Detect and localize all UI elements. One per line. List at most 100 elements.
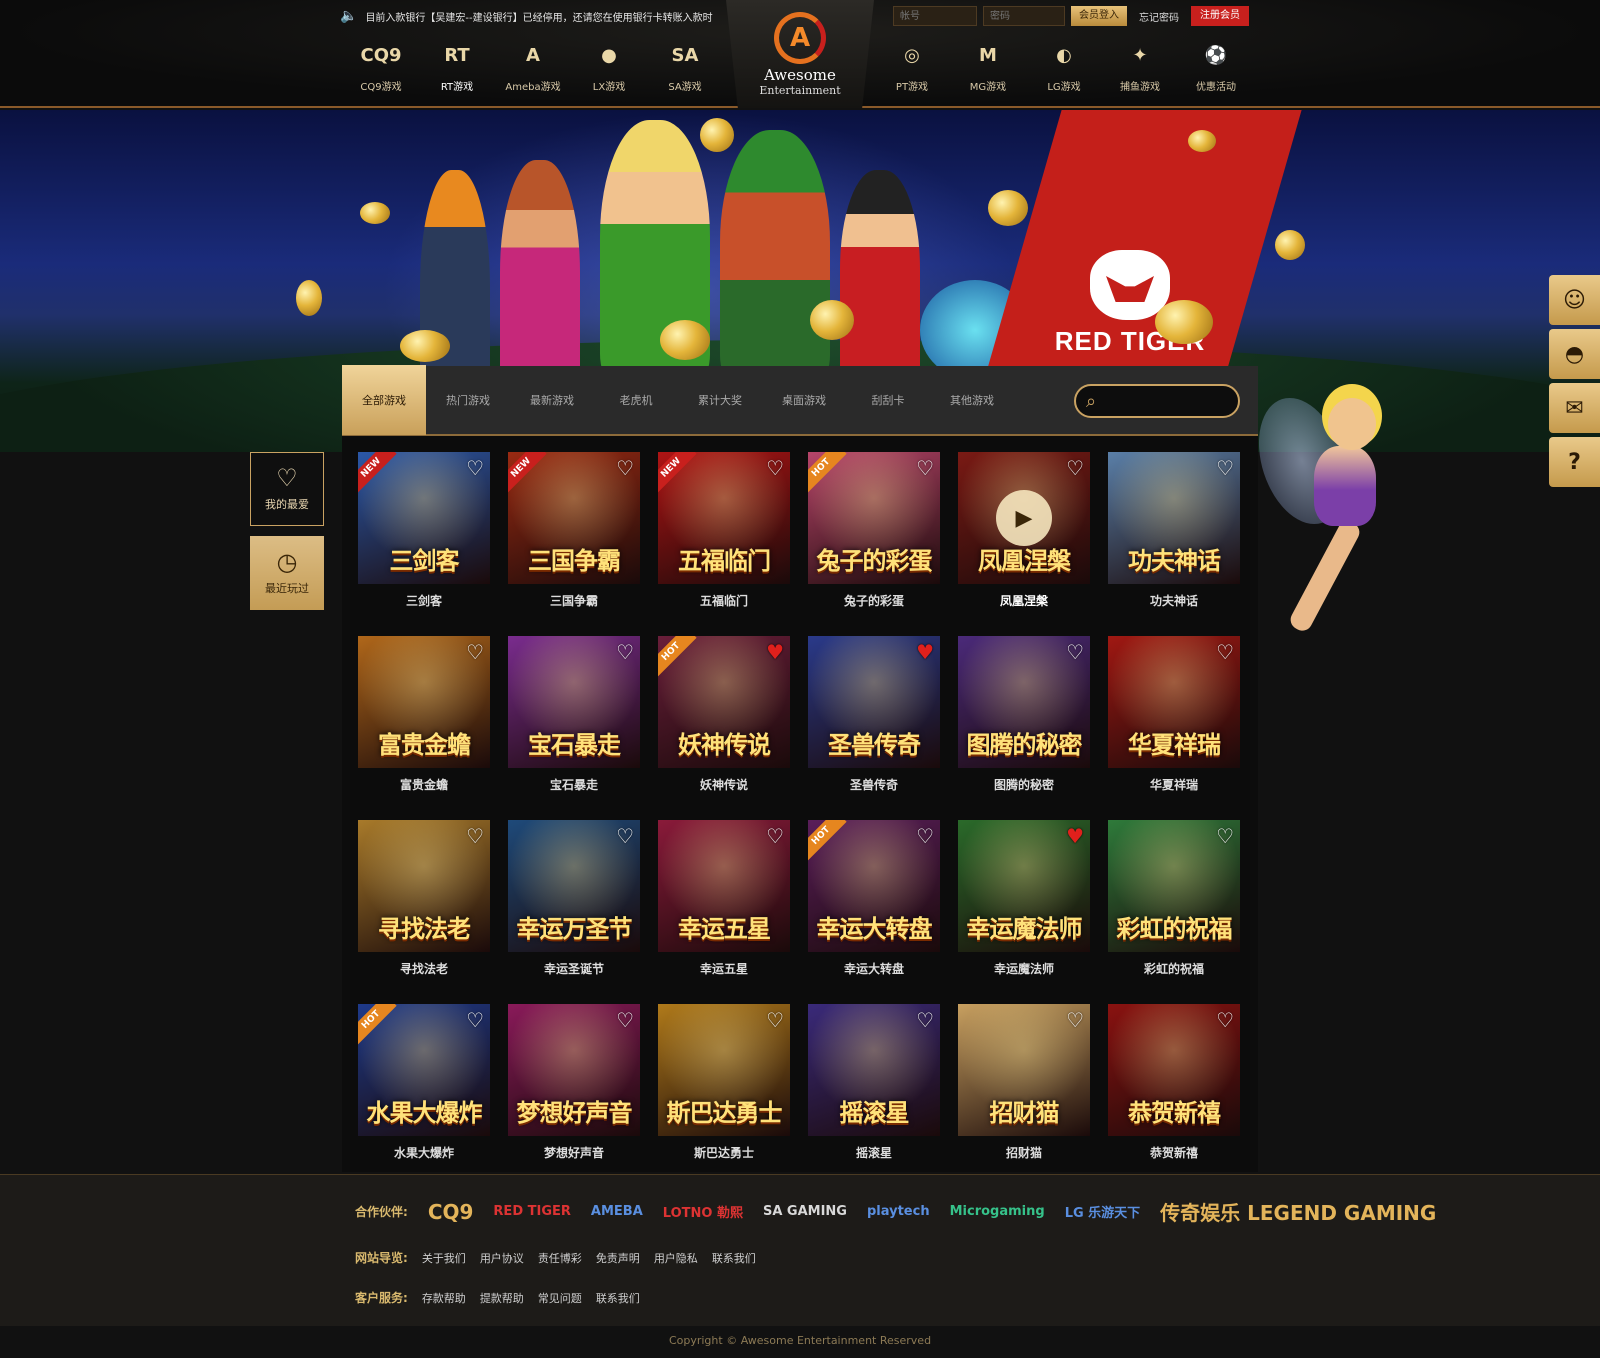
game-thumbnail[interactable]: 寻找法老 ♡ bbox=[358, 820, 490, 952]
tab-7[interactable]: 其他游戏 bbox=[930, 365, 1014, 435]
game-thumbnail[interactable]: 富贵金蟾 ♡ bbox=[358, 636, 490, 768]
favorite-heart-icon[interactable]: ♡ bbox=[1066, 642, 1084, 662]
favorite-heart-icon[interactable]: ♡ bbox=[466, 642, 484, 662]
forgot-password-link[interactable]: 忘记密码 bbox=[1133, 9, 1185, 24]
footer-nav-link[interactable]: 用户隐私 bbox=[654, 1250, 698, 1266]
game-thumbnail[interactable]: 幸运大转盘 HOT ♡ bbox=[808, 820, 940, 952]
game-thumbnail[interactable]: 五福临门 NEW ♡ bbox=[658, 452, 790, 584]
game-title[interactable]: 凤凰涅槃 bbox=[958, 592, 1090, 609]
favorite-heart-icon[interactable]: ♡ bbox=[1216, 458, 1234, 478]
game-title[interactable]: 宝石暴走 bbox=[508, 776, 640, 793]
game-thumbnail[interactable]: 图腾的秘密 ♡ bbox=[958, 636, 1090, 768]
game-card[interactable]: 幸运五星 ♡ 幸运五星 bbox=[658, 820, 790, 976]
game-card[interactable]: 功夫神话 ♡ 功夫神话 bbox=[1108, 452, 1240, 608]
nav-item-1[interactable]: RT RT游戏 bbox=[419, 36, 495, 98]
favorite-heart-icon[interactable]: ♡ bbox=[466, 458, 484, 478]
footer-nav-link[interactable]: 关于我们 bbox=[422, 1250, 466, 1266]
site-logo[interactable]: A Awesome Entertainment bbox=[726, 0, 874, 108]
footer-nav-link[interactable]: 责任博彩 bbox=[538, 1250, 582, 1266]
game-title[interactable]: 五福临门 bbox=[658, 592, 790, 609]
game-title[interactable]: 彩虹的祝福 bbox=[1108, 960, 1240, 977]
game-title[interactable]: 圣兽传奇 bbox=[808, 776, 940, 793]
game-card[interactable]: 恭贺新禧 ♡ 恭贺新禧 bbox=[1108, 1004, 1240, 1160]
nav-item-3[interactable]: ● LX游戏 bbox=[571, 36, 647, 98]
game-card[interactable]: 图腾的秘密 ♡ 图腾的秘密 bbox=[958, 636, 1090, 792]
footer-service-link[interactable]: 存款帮助 bbox=[422, 1290, 466, 1306]
tab-5[interactable]: 桌面游戏 bbox=[762, 365, 846, 435]
game-title[interactable]: 三国争霸 bbox=[508, 592, 640, 609]
nav-item-1[interactable]: M MG游戏 bbox=[950, 36, 1026, 98]
game-card[interactable]: 圣兽传奇 ♥ 圣兽传奇 bbox=[808, 636, 940, 792]
game-thumbnail[interactable]: 招财猫 ♡ bbox=[958, 1004, 1090, 1136]
game-title[interactable]: 寻找法老 bbox=[358, 960, 490, 977]
game-title[interactable]: 功夫神话 bbox=[1108, 592, 1240, 609]
username-field[interactable] bbox=[893, 6, 977, 26]
qq-icon[interactable]: ◓ bbox=[1549, 329, 1600, 379]
game-thumbnail[interactable]: 宝石暴走 ♡ bbox=[508, 636, 640, 768]
favorite-heart-icon[interactable]: ♡ bbox=[766, 1010, 784, 1030]
game-thumbnail[interactable]: 三剑客 NEW ♡ bbox=[358, 452, 490, 584]
game-title[interactable]: 图腾的秘密 bbox=[958, 776, 1090, 793]
favorite-heart-icon[interactable]: ♡ bbox=[616, 826, 634, 846]
game-card[interactable]: 彩虹的祝福 ♡ 彩虹的祝福 bbox=[1108, 820, 1240, 976]
game-card[interactable]: 幸运魔法师 ♥ 幸运魔法师 bbox=[958, 820, 1090, 976]
nav-item-2[interactable]: ◐ LG游戏 bbox=[1026, 36, 1102, 98]
favorite-heart-icon[interactable]: ♡ bbox=[1216, 826, 1234, 846]
game-card[interactable]: 水果大爆炸 HOT ♡ 水果大爆炸 bbox=[358, 1004, 490, 1160]
favorite-heart-icon[interactable]: ♡ bbox=[1216, 642, 1234, 662]
game-card[interactable]: 五福临门 NEW ♡ 五福临门 bbox=[658, 452, 790, 608]
game-thumbnail[interactable]: 圣兽传奇 ♥ bbox=[808, 636, 940, 768]
favorite-heart-icon[interactable]: ♡ bbox=[466, 1010, 484, 1030]
tab-2[interactable]: 最新游戏 bbox=[510, 365, 594, 435]
favorites-button[interactable]: ♡ 我的最爱 bbox=[250, 452, 324, 526]
game-title[interactable]: 兔子的彩蛋 bbox=[808, 592, 940, 609]
game-thumbnail[interactable]: 幸运魔法师 ♥ bbox=[958, 820, 1090, 952]
favorite-heart-icon[interactable]: ♡ bbox=[1216, 1010, 1234, 1030]
footer-service-link[interactable]: 联系我们 bbox=[596, 1290, 640, 1306]
footer-nav-link[interactable]: 用户协议 bbox=[480, 1250, 524, 1266]
register-button[interactable]: 注册会员 bbox=[1191, 6, 1249, 26]
game-thumbnail[interactable]: 幸运五星 ♡ bbox=[658, 820, 790, 952]
game-card[interactable]: 寻找法老 ♡ 寻找法老 bbox=[358, 820, 490, 976]
nav-item-3[interactable]: ✦ 捕鱼游戏 bbox=[1102, 36, 1178, 98]
game-title[interactable]: 恭贺新禧 bbox=[1108, 1144, 1240, 1161]
favorite-heart-icon[interactable]: ♡ bbox=[916, 826, 934, 846]
game-card[interactable]: 凤凰涅槃 ▶ ♡ 凤凰涅槃 bbox=[958, 452, 1090, 608]
game-card[interactable]: 招财猫 ♡ 招财猫 bbox=[958, 1004, 1090, 1160]
game-thumbnail[interactable]: 梦想好声音 ♡ bbox=[508, 1004, 640, 1136]
game-thumbnail[interactable]: 华夏祥瑞 ♡ bbox=[1108, 636, 1240, 768]
nav-item-4[interactable]: ⚽ 优惠活动 bbox=[1178, 36, 1254, 98]
game-thumbnail[interactable]: 三国争霸 NEW ♡ bbox=[508, 452, 640, 584]
favorite-heart-icon[interactable]: ♥ bbox=[916, 642, 934, 662]
game-thumbnail[interactable]: 恭贺新禧 ♡ bbox=[1108, 1004, 1240, 1136]
game-card[interactable]: 幸运万圣节 ♡ 幸运圣诞节 bbox=[508, 820, 640, 976]
favorite-heart-icon[interactable]: ♡ bbox=[1066, 458, 1084, 478]
game-card[interactable]: 斯巴达勇士 ♡ 斯巴达勇士 bbox=[658, 1004, 790, 1160]
play-icon[interactable]: ▶ bbox=[996, 490, 1052, 546]
favorite-heart-icon[interactable]: ♡ bbox=[916, 1010, 934, 1030]
game-title[interactable]: 华夏祥瑞 bbox=[1108, 776, 1240, 793]
game-title[interactable]: 幸运五星 bbox=[658, 960, 790, 977]
game-thumbnail[interactable]: 兔子的彩蛋 HOT ♡ bbox=[808, 452, 940, 584]
game-title[interactable]: 斯巴达勇士 bbox=[658, 1144, 790, 1161]
favorite-heart-icon[interactable]: ♥ bbox=[766, 642, 784, 662]
favorite-heart-icon[interactable]: ♡ bbox=[766, 826, 784, 846]
game-card[interactable]: 摇滚星 ♡ 摇滚星 bbox=[808, 1004, 940, 1160]
footer-nav-link[interactable]: 免责声明 bbox=[596, 1250, 640, 1266]
game-title[interactable]: 幸运圣诞节 bbox=[508, 960, 640, 977]
game-title[interactable]: 妖神传说 bbox=[658, 776, 790, 793]
footer-service-link[interactable]: 常见问题 bbox=[538, 1290, 582, 1306]
game-card[interactable]: 三剑客 NEW ♡ 三剑客 bbox=[358, 452, 490, 608]
favorite-heart-icon[interactable]: ♡ bbox=[466, 826, 484, 846]
login-button[interactable]: 会员登入 bbox=[1071, 6, 1127, 26]
customer-service-icon[interactable]: ☺ bbox=[1549, 275, 1600, 325]
game-card[interactable]: 幸运大转盘 HOT ♡ 幸运大转盘 bbox=[808, 820, 940, 976]
password-field[interactable] bbox=[983, 6, 1065, 26]
game-title[interactable]: 水果大爆炸 bbox=[358, 1144, 490, 1161]
game-thumbnail[interactable]: 妖神传说 HOT ♥ bbox=[658, 636, 790, 768]
game-thumbnail[interactable]: 摇滚星 ♡ bbox=[808, 1004, 940, 1136]
tab-6[interactable]: 刮刮卡 bbox=[846, 365, 930, 435]
game-card[interactable]: 华夏祥瑞 ♡ 华夏祥瑞 bbox=[1108, 636, 1240, 792]
game-card[interactable]: 富贵金蟾 ♡ 富贵金蟾 bbox=[358, 636, 490, 792]
favorite-heart-icon[interactable]: ♡ bbox=[916, 458, 934, 478]
